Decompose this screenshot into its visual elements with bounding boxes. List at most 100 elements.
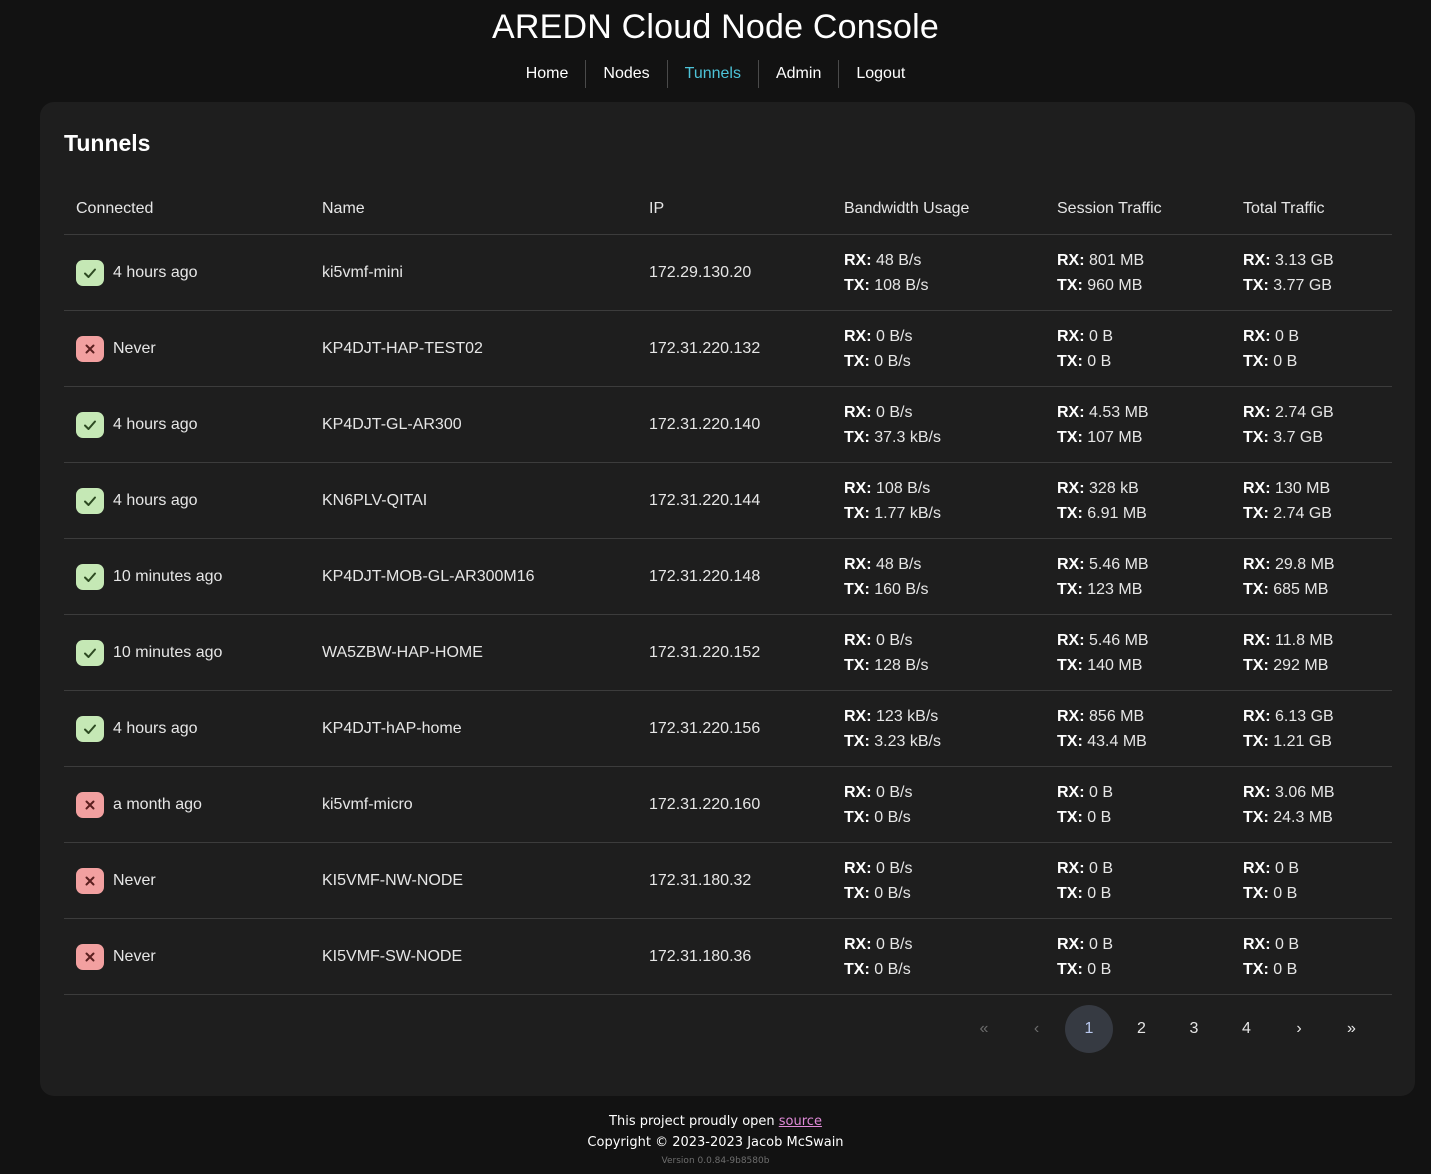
connected-cell: 4 hours ago: [64, 690, 310, 767]
tunnels-card: Tunnels Connected Name IP Bandwidth Usag…: [40, 102, 1415, 1096]
stat-value: 0 B/s: [874, 352, 911, 370]
nav-admin[interactable]: Admin: [759, 60, 838, 88]
column-header-session[interactable]: Session Traffic: [1045, 184, 1231, 235]
column-header-connected[interactable]: Connected: [64, 184, 310, 235]
connected-cell: 4 hours ago: [64, 386, 310, 463]
page-title: Tunnels: [64, 130, 151, 156]
page-button-2[interactable]: 2: [1118, 1005, 1166, 1053]
stat-value: 5.46 MB: [1089, 631, 1149, 649]
ip-cell: 172.31.220.132: [637, 310, 832, 387]
pagination: « ‹ 1 2 3 4 › »: [960, 1005, 1380, 1053]
stat-value: 123 kB/s: [876, 707, 939, 725]
table-row: 4 hours ago KN6PLV-QITAI 172.31.220.144 RX:…: [64, 462, 1392, 539]
stat-value: 0 B: [1089, 783, 1114, 801]
bandwidth-cell: RX: 48 B/s TX: 160 B/s: [832, 538, 1045, 615]
total-rx: RX: 0 B: [1243, 324, 1380, 349]
session-tx: TX: 960 MB: [1057, 273, 1219, 298]
stat-value: 960 MB: [1087, 276, 1143, 294]
column-header-bandwidth[interactable]: Bandwidth Usage: [832, 184, 1045, 235]
stat-value: 29.8 MB: [1275, 555, 1335, 573]
table-row: 10 minutes ago WA5ZBW-HAP-HOME 172.31.220.…: [64, 614, 1392, 691]
total-cell: RX: 3.13 GB TX: 3.77 GB: [1231, 234, 1392, 311]
connected-cell: Never: [64, 918, 310, 995]
total-cell: RX: 29.8 MB TX: 685 MB: [1231, 538, 1392, 615]
session-rx: RX: 0 B: [1057, 932, 1219, 957]
stat-label: TX:: [1057, 428, 1083, 446]
total-tx: TX: 2.74 GB: [1243, 501, 1380, 526]
stat-label: RX:: [1057, 783, 1085, 801]
stat-label: RX:: [844, 707, 872, 725]
nav-logout[interactable]: Logout: [839, 60, 922, 88]
bandwidth-tx: TX: 37.3 kB/s: [844, 425, 1033, 450]
last-page-button[interactable]: »: [1328, 1005, 1376, 1053]
stat-value: 0 B: [1273, 960, 1298, 978]
stat-value: 43.4 MB: [1087, 732, 1147, 750]
stat-value: 108 B/s: [876, 479, 931, 497]
connected-cell: 4 hours ago: [64, 234, 310, 311]
nav-home[interactable]: Home: [509, 60, 586, 88]
close-icon: [76, 791, 104, 818]
column-header-name[interactable]: Name: [310, 184, 637, 235]
next-page-button[interactable]: ›: [1275, 1005, 1323, 1053]
session-cell: RX: 5.46 MB TX: 123 MB: [1045, 538, 1231, 615]
session-cell: RX: 328 kB TX: 6.91 MB: [1045, 462, 1231, 539]
bandwidth-cell: RX: 0 B/s TX: 128 B/s: [832, 614, 1045, 691]
total-cell: RX: 0 B TX: 0 B: [1231, 842, 1392, 919]
total-cell: RX: 130 MB TX: 2.74 GB: [1231, 462, 1392, 539]
stat-value: 0 B: [1089, 935, 1114, 953]
page-button-4[interactable]: 4: [1223, 1005, 1271, 1053]
stat-value: 140 MB: [1087, 656, 1143, 674]
stat-label: TX:: [1057, 656, 1083, 674]
session-cell: RX: 5.46 MB TX: 140 MB: [1045, 614, 1231, 691]
stat-value: 0 B/s: [876, 631, 913, 649]
total-rx: RX: 0 B: [1243, 932, 1380, 957]
footer-source-text: This project proudly open: [609, 1114, 779, 1129]
stat-value: 24.3 MB: [1273, 808, 1333, 826]
first-page-button[interactable]: «: [960, 1005, 1008, 1053]
stat-label: RX:: [1243, 479, 1271, 497]
total-tx: TX: 685 MB: [1243, 577, 1380, 602]
name-cell: KP4DJT-GL-AR300: [310, 386, 637, 463]
stat-value: 3.7 GB: [1273, 428, 1324, 446]
column-header-total[interactable]: Total Traffic: [1231, 184, 1392, 235]
close-icon: [76, 867, 104, 894]
footer-copyright: Copyright © 2023-2023 Jacob McSwain: [587, 1135, 844, 1150]
stat-value: 2.74 GB: [1275, 403, 1334, 421]
nav-tunnels[interactable]: Tunnels: [668, 60, 758, 88]
stat-value: 0 B/s: [874, 960, 911, 978]
total-tx: TX: 3.7 GB: [1243, 425, 1380, 450]
nav-nodes[interactable]: Nodes: [586, 60, 666, 88]
check-icon: [76, 411, 104, 438]
session-tx: TX: 43.4 MB: [1057, 729, 1219, 754]
bandwidth-tx: TX: 1.77 kB/s: [844, 501, 1033, 526]
stat-label: TX:: [844, 580, 870, 598]
column-header-ip[interactable]: IP: [637, 184, 832, 235]
name-cell: KP4DJT-MOB-GL-AR300M16: [310, 538, 637, 615]
total-tx: TX: 24.3 MB: [1243, 805, 1380, 830]
stat-label: RX:: [844, 403, 872, 421]
stat-value: 0 B: [1087, 884, 1112, 902]
name-cell: KI5VMF-SW-NODE: [310, 918, 637, 995]
stat-label: RX:: [1057, 403, 1085, 421]
connected-time: 4 hours ago: [113, 491, 198, 509]
close-icon: [76, 943, 104, 970]
connected-cell: 10 minutes ago: [64, 614, 310, 691]
stat-value: 160 B/s: [874, 580, 929, 598]
page-button-1[interactable]: 1: [1065, 1005, 1113, 1053]
stat-label: RX:: [844, 783, 872, 801]
bandwidth-tx: TX: 128 B/s: [844, 653, 1033, 678]
name-cell: KI5VMF-NW-NODE: [310, 842, 637, 919]
session-rx: RX: 0 B: [1057, 780, 1219, 805]
total-rx: RX: 2.74 GB: [1243, 400, 1380, 425]
source-link[interactable]: source: [779, 1114, 822, 1129]
bandwidth-tx: TX: 0 B/s: [844, 881, 1033, 906]
stat-label: RX:: [1057, 479, 1085, 497]
connected-cell: a month ago: [64, 766, 310, 843]
page-button-3[interactable]: 3: [1170, 1005, 1218, 1053]
name-cell: ki5vmf-micro: [310, 766, 637, 843]
table-row: a month ago ki5vmf-micro 172.31.220.160 RX:…: [64, 766, 1392, 843]
session-rx: RX: 856 MB: [1057, 704, 1219, 729]
prev-page-button[interactable]: ‹: [1013, 1005, 1061, 1053]
total-tx: TX: 292 MB: [1243, 653, 1380, 678]
table-row: Never KI5VMF-NW-NODE 172.31.180.32 RX: 0 B/…: [64, 842, 1392, 919]
